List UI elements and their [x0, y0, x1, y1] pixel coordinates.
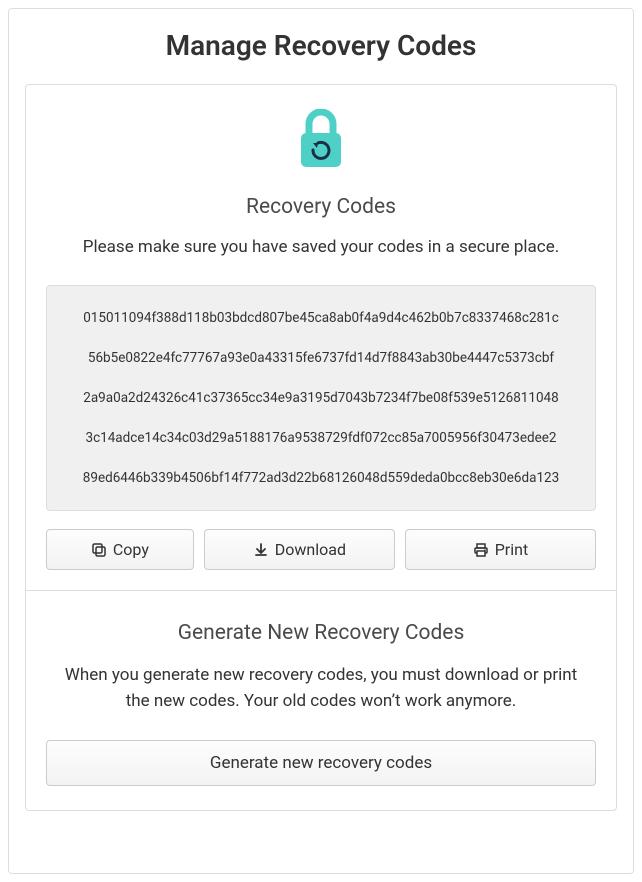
download-label: Download — [275, 540, 346, 559]
recovery-codes-section: Recovery Codes Please make sure you have… — [26, 85, 616, 591]
lock-refresh-icon — [295, 109, 347, 171]
download-icon — [253, 542, 269, 558]
print-label: Print — [495, 540, 528, 559]
recovery-code: 89ed6446b339b4506bf14f772ad3d22b68126048… — [61, 470, 581, 486]
content-card: Recovery Codes Please make sure you have… — [25, 84, 617, 811]
recovery-instructions: Please make sure you have saved your cod… — [46, 237, 596, 257]
action-button-row: Copy Download Print — [46, 529, 596, 570]
print-icon — [473, 542, 489, 558]
generate-section: Generate New Recovery Codes When you gen… — [26, 591, 616, 810]
page-title: Manage Recovery Codes — [9, 9, 633, 84]
page-card: Manage Recovery Codes Recovery Codes Ple… — [8, 8, 634, 874]
copy-button[interactable]: Copy — [46, 529, 194, 570]
download-button[interactable]: Download — [204, 529, 395, 570]
copy-label: Copy — [113, 540, 149, 559]
codes-box: 015011094f388d118b03bdcd807be45ca8ab0f4a… — [46, 285, 596, 511]
recovery-code: 3c14adce14c34c03d29a5188176a9538729fdf07… — [61, 430, 581, 446]
lock-icon-wrap — [46, 109, 596, 175]
generate-heading: Generate New Recovery Codes — [46, 621, 596, 645]
recovery-codes-heading: Recovery Codes — [46, 195, 596, 219]
print-button[interactable]: Print — [405, 529, 596, 570]
recovery-code: 56b5e0822e4fc77767a93e0a43315fe6737fd14d… — [61, 350, 581, 366]
generate-new-codes-button[interactable]: Generate new recovery codes — [46, 740, 596, 786]
recovery-code: 015011094f388d118b03bdcd807be45ca8ab0f4a… — [61, 310, 581, 326]
copy-icon — [91, 542, 107, 558]
recovery-code: 2a9a0a2d24326c41c37365cc34e9a3195d7043b7… — [61, 390, 581, 406]
generate-note: When you generate new recovery codes, yo… — [46, 663, 596, 714]
